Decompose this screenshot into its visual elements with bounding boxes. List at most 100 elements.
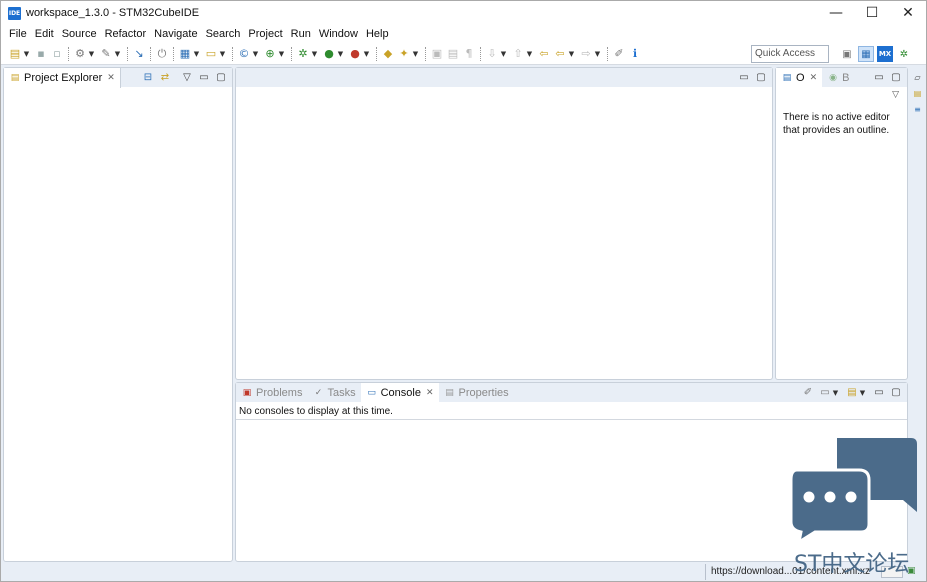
run-icon[interactable]: ●: [322, 47, 336, 61]
quick-access-input[interactable]: Quick Access: [751, 45, 829, 63]
pin-editor-icon[interactable]: ✐: [612, 47, 626, 61]
last-edit-icon[interactable]: ⇦: [537, 47, 551, 61]
build-config-dropdown-icon[interactable]: ▼: [88, 50, 95, 58]
new-project-icon[interactable]: ▦: [178, 47, 192, 61]
back-dropdown-icon[interactable]: ▼: [568, 50, 575, 58]
next-annotation-dropdown-icon[interactable]: ▼: [500, 50, 507, 58]
info-icon[interactable]: ℹ: [628, 47, 642, 61]
toolbar-separator: [150, 46, 151, 61]
close-tab-icon[interactable]: ✕: [810, 73, 818, 83]
right-trim-stack: ▱ ▤ ≡: [909, 67, 926, 115]
toggle-mark-icon[interactable]: ▣: [430, 47, 444, 61]
project-explorer-tools: ⊟ ⇄ ▽ ▭ ▢: [138, 68, 228, 87]
build-dropdown-icon[interactable]: ▼: [114, 50, 121, 58]
view-menu-icon[interactable]: ▽: [180, 71, 194, 85]
view-menu-icon[interactable]: ▽: [892, 90, 899, 100]
link-editor-icon[interactable]: ⇄: [158, 71, 172, 85]
open-console-dropdown-icon[interactable]: ▼: [859, 389, 866, 397]
open-folder-icon[interactable]: ▭: [204, 47, 218, 61]
close-tab-icon[interactable]: ✕: [107, 73, 115, 83]
open-type-icon[interactable]: ◆: [381, 47, 395, 61]
search-flashlight-icon[interactable]: ✦: [397, 47, 411, 61]
new-c-dropdown-icon[interactable]: ▼: [252, 50, 259, 58]
menu-refactor[interactable]: Refactor: [101, 25, 151, 43]
build-config-icon[interactable]: ⚙: [73, 47, 87, 61]
minimize-view-icon[interactable]: ▭: [737, 71, 751, 85]
new-class-dropdown-icon[interactable]: ▼: [278, 50, 285, 58]
new-class-icon[interactable]: ⊕: [263, 47, 277, 61]
display-console-icon[interactable]: ▭: [818, 386, 832, 400]
menu-edit[interactable]: Edit: [31, 25, 58, 43]
open-console-icon[interactable]: ▤: [845, 386, 859, 400]
forward-icon[interactable]: ⇨: [579, 47, 593, 61]
menu-help[interactable]: Help: [362, 25, 393, 43]
tab-problems[interactable]: ▣ Problems: [236, 383, 307, 402]
show-whitespace-icon[interactable]: ¶: [462, 47, 476, 61]
close-tab-icon[interactable]: ✕: [426, 388, 434, 398]
next-annotation-icon[interactable]: ⇩: [485, 47, 499, 61]
forward-dropdown-icon[interactable]: ▼: [594, 50, 601, 58]
menu-search[interactable]: Search: [202, 25, 245, 43]
menu-window[interactable]: Window: [315, 25, 362, 43]
save-icon[interactable]: ▪: [34, 47, 48, 61]
new-project-dropdown-icon[interactable]: ▼: [193, 50, 200, 58]
minimize-view-icon[interactable]: ▭: [872, 386, 886, 400]
open-dropdown-icon[interactable]: ▼: [219, 50, 226, 58]
menu-source[interactable]: Source: [58, 25, 101, 43]
close-button[interactable]: ✕: [890, 1, 926, 25]
debug-icon[interactable]: ✲: [296, 47, 310, 61]
run-dropdown-icon[interactable]: ▼: [337, 50, 344, 58]
menu-project[interactable]: Project: [244, 25, 286, 43]
external-tools-dropdown-icon[interactable]: ▼: [363, 50, 370, 58]
registers-icon[interactable]: ▤: [912, 87, 924, 99]
collapse-all-icon[interactable]: ⊟: [141, 71, 155, 85]
build-hammer-icon[interactable]: ✎: [99, 47, 113, 61]
restore-icon[interactable]: ▱: [912, 71, 924, 83]
tab-build-targets[interactable]: ◉ B: [822, 68, 854, 87]
cubemx-perspective-icon[interactable]: MX: [877, 46, 893, 62]
external-tools-icon[interactable]: ●: [348, 47, 362, 61]
minimize-view-icon[interactable]: ▭: [197, 71, 211, 85]
toolbar-separator: [425, 46, 426, 61]
tab-properties[interactable]: ▤ Properties: [439, 383, 514, 402]
toolbar-separator: [173, 46, 174, 61]
debug-dropdown-icon[interactable]: ▼: [311, 50, 318, 58]
new-file-icon[interactable]: ▤: [8, 47, 22, 61]
new-dropdown-icon[interactable]: ▼: [23, 50, 30, 58]
maximize-view-icon[interactable]: ▢: [754, 71, 768, 85]
minimize-view-icon[interactable]: ▭: [872, 71, 886, 85]
prev-annotation-icon[interactable]: ⇧: [511, 47, 525, 61]
save-all-icon[interactable]: ▫: [50, 47, 64, 61]
debug-perspective-icon[interactable]: ✲: [896, 46, 912, 62]
tab-console[interactable]: ▭ Console ✕: [360, 383, 439, 402]
connect-icon[interactable]: ⏻: [155, 47, 169, 61]
menu-file[interactable]: File: [5, 25, 31, 43]
minimize-button[interactable]: —: [818, 1, 854, 25]
tab-outline[interactable]: ▤ O ✕: [776, 68, 823, 87]
maximize-view-icon[interactable]: ▢: [214, 71, 228, 85]
new-c-file-icon[interactable]: ©: [237, 47, 251, 61]
status-bar: https://download...01/content.xml.xz ▣: [1, 563, 926, 581]
project-explorer-panel: ▤ Project Explorer ✕ ⊟ ⇄ ▽ ▭ ▢: [3, 67, 233, 562]
toggle-block-icon[interactable]: ▤: [446, 47, 460, 61]
maximize-view-icon[interactable]: ▢: [889, 386, 903, 400]
pin-console-icon[interactable]: ✐: [801, 386, 815, 400]
skip-breakpoints-icon[interactable]: ↘: [132, 47, 146, 61]
search-dropdown-icon[interactable]: ▼: [412, 50, 419, 58]
window-controls: — ☐ ✕: [818, 1, 926, 25]
back-icon[interactable]: ⇦: [553, 47, 567, 61]
menu-navigate[interactable]: Navigate: [150, 25, 201, 43]
maximize-view-icon[interactable]: ▢: [889, 71, 903, 85]
menu-run[interactable]: Run: [287, 25, 315, 43]
prev-annotation-dropdown-icon[interactable]: ▼: [526, 50, 533, 58]
cpp-perspective-icon[interactable]: ▦: [858, 46, 874, 62]
tab-tasks[interactable]: ✓ Tasks: [307, 383, 360, 402]
build-analyzer-icon[interactable]: ≡: [912, 103, 924, 115]
open-perspective-icon[interactable]: ▣: [839, 46, 855, 62]
tab-project-explorer[interactable]: ▤ Project Explorer ✕: [4, 67, 121, 88]
app-logo-icon: IDE: [8, 6, 21, 20]
maximize-button[interactable]: ☐: [854, 1, 890, 25]
display-console-dropdown-icon[interactable]: ▼: [832, 389, 839, 397]
outline-tools: ▭ ▢: [869, 68, 903, 87]
build-targets-icon: ◉: [829, 72, 838, 83]
